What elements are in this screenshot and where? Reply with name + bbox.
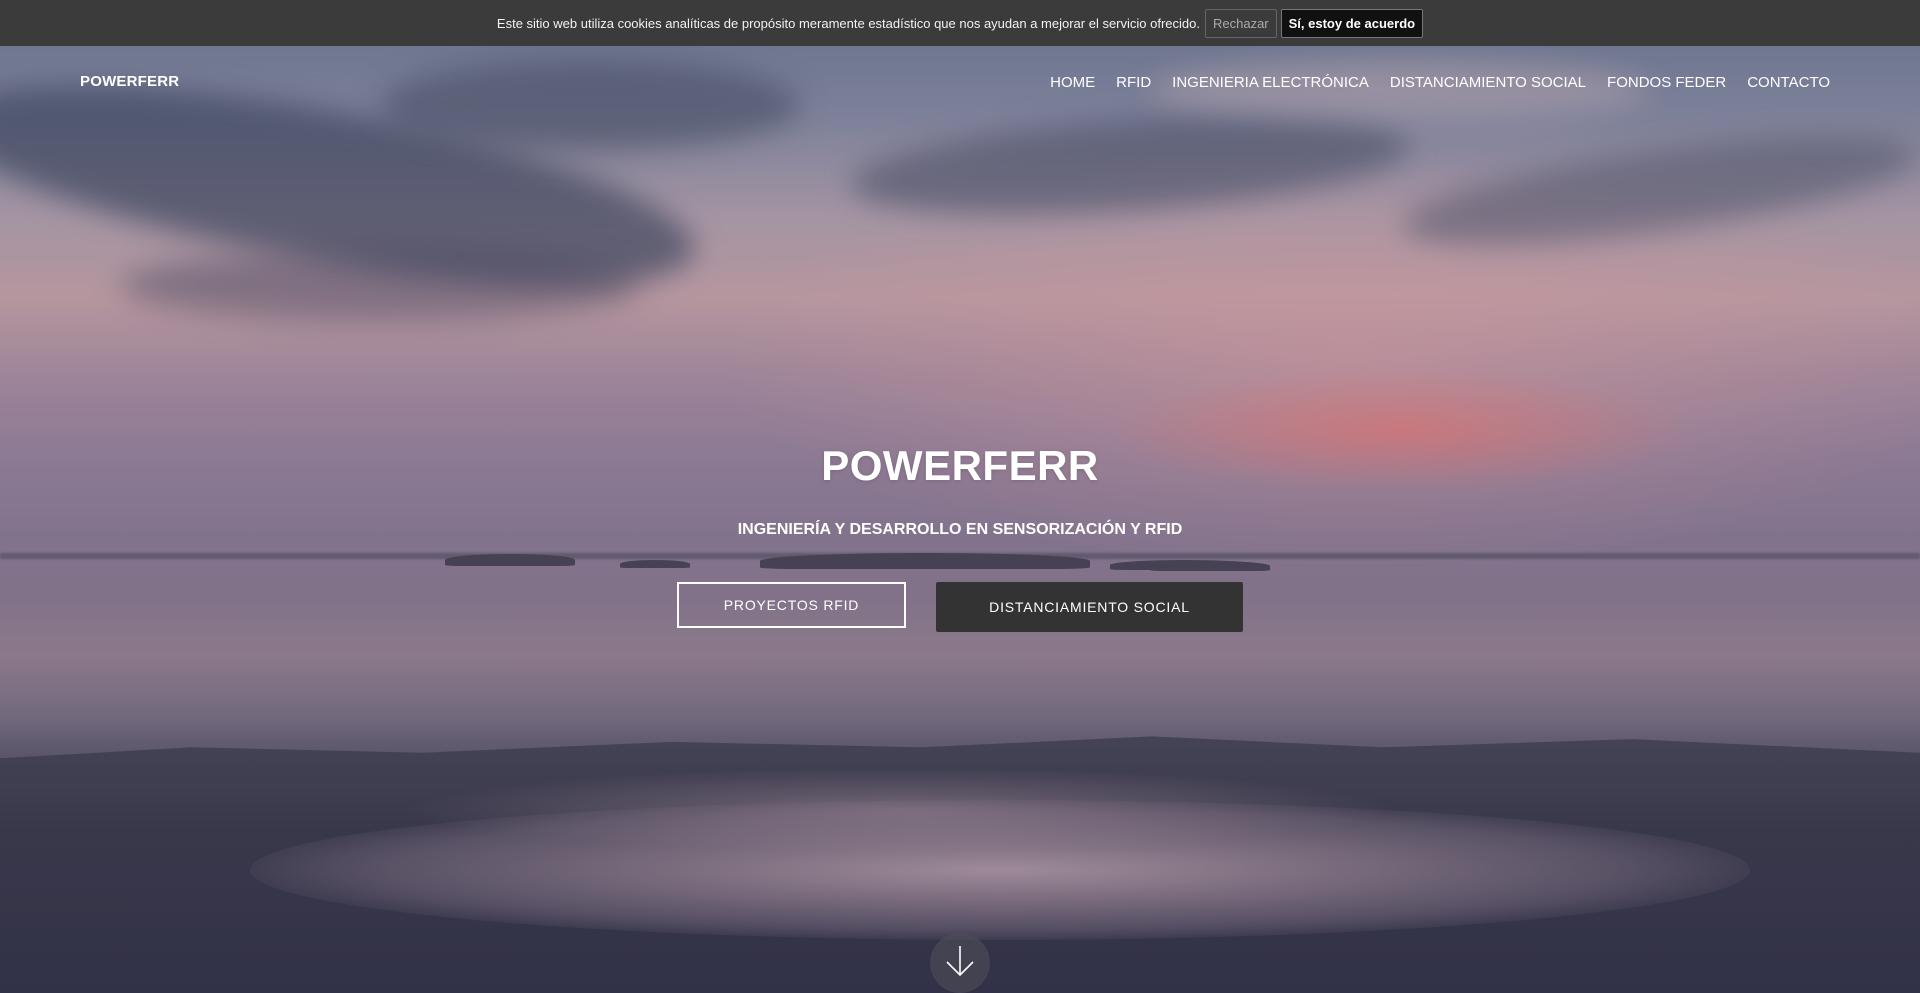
scroll-down-button[interactable] <box>930 933 990 993</box>
accept-cookies-button[interactable]: Sí, estoy de acuerdo <box>1280 8 1424 38</box>
reject-cookies-button[interactable]: Rechazar <box>1205 8 1277 38</box>
hero-background-image <box>0 0 1920 993</box>
arrow-down-icon <box>946 946 974 977</box>
nav-item-ingenieria-electronica[interactable]: INGENIERIA ELECTRÓNICA <box>1172 74 1369 91</box>
distanciamiento-social-button[interactable]: DISTANCIAMIENTO SOCIAL <box>936 582 1243 632</box>
proyectos-rfid-button[interactable]: PROYECTOS RFID <box>677 582 906 628</box>
hero-overlay <box>0 0 1920 993</box>
hero-title: POWERFERR <box>821 442 1099 489</box>
nav-item-fondos-feder[interactable]: FONDOS FEDER <box>1607 74 1726 91</box>
nav-item-distanciamiento-social[interactable]: DISTANCIAMIENTO SOCIAL <box>1390 74 1586 91</box>
cookie-consent-bar: Este sitio web utiliza cookies analítica… <box>0 0 1920 46</box>
nav-item-rfid[interactable]: RFID <box>1116 74 1151 91</box>
nav-item-contacto[interactable]: CONTACTO <box>1747 74 1830 91</box>
main-nav: HOME RFID INGENIERIA ELECTRÓNICA DISTANC… <box>1029 74 1830 91</box>
nav-item-home[interactable]: HOME <box>1050 74 1095 91</box>
cookie-message: Este sitio web utiliza cookies analítica… <box>496 15 1200 31</box>
hero-subtitle: INGENIERÍA Y DESARROLLO EN SENSORIZACIÓN… <box>737 521 1183 538</box>
site-logo[interactable]: POWERFERR <box>80 73 179 90</box>
